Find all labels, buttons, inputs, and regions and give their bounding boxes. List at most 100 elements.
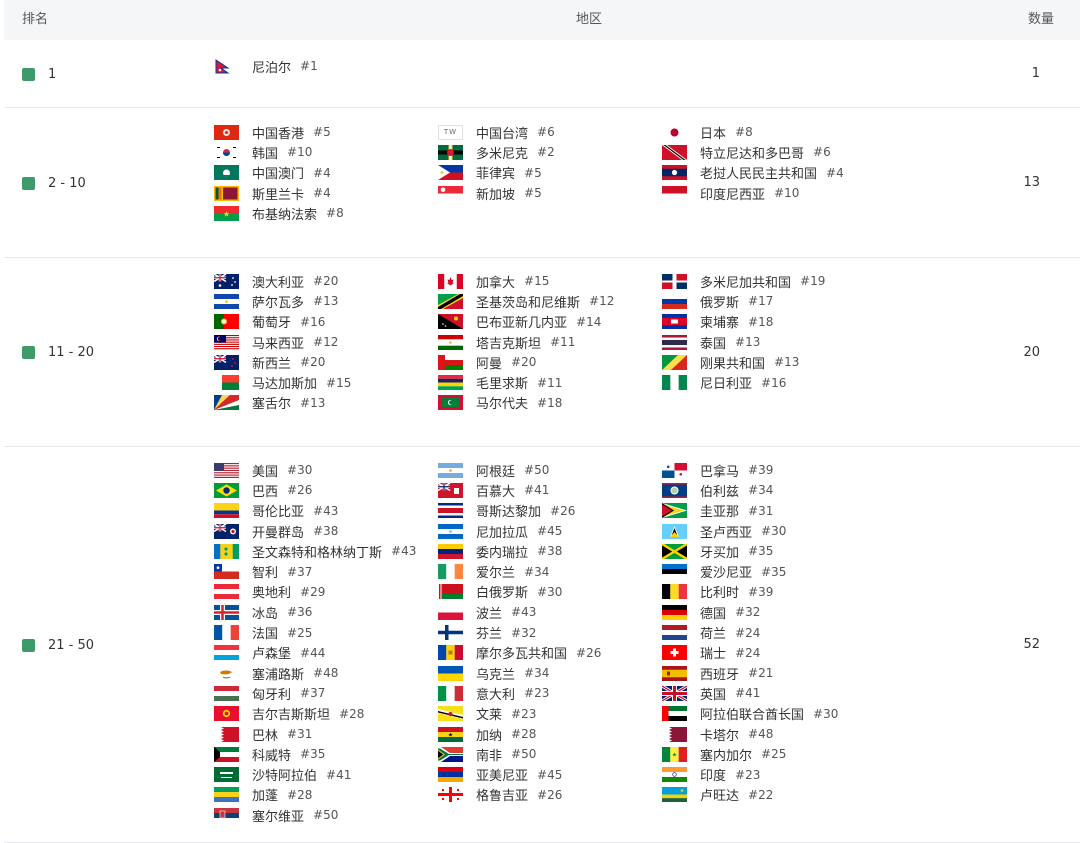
region-item[interactable]: TW 中国台湾 #6 (438, 122, 555, 142)
region-item[interactable]: 开曼群岛 #38 (213, 521, 416, 541)
region-item[interactable]: 阿根廷 #50 (438, 460, 601, 480)
region-item[interactable]: 刚果共和国 #13 (662, 352, 825, 372)
region-item[interactable]: 芬兰 #32 (438, 622, 601, 642)
region-item[interactable]: 多米尼加共和国 #19 (662, 271, 825, 291)
region-rank-number: #25 (287, 625, 313, 640)
region-rank-number: #32 (735, 605, 761, 620)
region-item[interactable]: 葡萄牙 #16 (214, 312, 351, 332)
region-item[interactable]: 西班牙 #21 (662, 663, 838, 683)
region-item[interactable]: 文莱 #23 (438, 704, 601, 724)
region-item[interactable]: 意大利 #23 (438, 683, 601, 703)
region-item[interactable]: 百慕大 #41 (437, 480, 601, 500)
region-rank-number: #13 (774, 355, 800, 370)
region-item[interactable]: 英国 #41 (661, 683, 838, 703)
region-item[interactable]: 澳大利亚 #20 (213, 271, 351, 291)
qa-flag-icon (662, 726, 687, 742)
region-item[interactable]: 印度尼西亚 #10 (662, 183, 844, 203)
region-item[interactable]: 卡塔尔 #48 (662, 724, 838, 744)
region-item[interactable]: 中国澳门 #4 (214, 163, 344, 183)
region-item[interactable]: 塞浦路斯 #48 (214, 663, 416, 683)
bm-flag-icon (437, 482, 463, 498)
region-item[interactable]: 智利 #37 (214, 561, 416, 581)
region-item[interactable]: 马达加斯加 #15 (214, 372, 351, 392)
rank-label: 1 (48, 66, 57, 82)
region-item[interactable]: 冰岛 #36 (214, 602, 416, 622)
region-item[interactable]: 乌克兰 #34 (438, 663, 601, 683)
region-item[interactable]: 格鲁吉亚 #26 (438, 785, 601, 805)
region-item[interactable]: 阿曼 #20 (438, 352, 614, 372)
region-rank-number: #26 (576, 645, 602, 660)
bz-flag-icon (662, 482, 687, 498)
region-name: 西班牙 (700, 667, 740, 683)
region-item[interactable]: 巴林 #31 (214, 724, 416, 744)
region-item[interactable]: 印度 #23 (662, 764, 838, 784)
region-item[interactable]: 巴拿马 #39 (662, 460, 838, 480)
region-item[interactable]: 萨尔瓦多 #13 (214, 291, 351, 311)
region-item[interactable]: 新西兰 #20 (213, 352, 351, 372)
region-item[interactable]: 菲律宾 #5 (438, 163, 555, 183)
region-item[interactable]: 圣卢西亚 #30 (662, 521, 838, 541)
region-item[interactable]: 美国 #30 (214, 460, 416, 480)
region-item[interactable]: 瑞士 #24 (662, 643, 838, 663)
region-item[interactable]: 尼加拉瓜 #45 (438, 521, 601, 541)
region-item[interactable]: 布基纳法索 #8 (214, 203, 344, 223)
region-item[interactable]: 亚美尼亚 #45 (438, 764, 601, 784)
region-item[interactable]: 日本 #8 (662, 122, 844, 142)
pl-flag-icon (438, 604, 463, 620)
region-item[interactable]: 哥斯达黎加 #26 (438, 501, 601, 521)
region-item[interactable]: 匈牙利 #37 (214, 683, 416, 703)
region-item[interactable]: 摩尔多瓦共和国 #26 (438, 643, 601, 663)
region-item[interactable]: 巴布亚新几内亚 #14 (438, 312, 614, 332)
region-item[interactable]: 塞舌尔 #13 (214, 393, 351, 413)
region-rank-number: #25 (761, 747, 787, 762)
region-item[interactable]: 中国香港 #5 (214, 122, 344, 142)
region-item[interactable]: 卢森堡 #44 (214, 643, 416, 663)
region-item[interactable]: 塞内加尔 #25 (662, 744, 838, 764)
region-item[interactable]: 圣文森特和格林纳丁斯 #43 (214, 541, 416, 561)
region-item[interactable]: 马来西亚 #12 (214, 332, 351, 352)
region-item[interactable]: 荷兰 #24 (662, 622, 838, 642)
region-item[interactable]: 爱沙尼亚 #35 (662, 561, 838, 581)
region-item[interactable]: 科威特 #35 (214, 744, 416, 764)
region-item[interactable]: 波兰 #43 (438, 602, 601, 622)
region-item[interactable]: 卢旺达 #22 (662, 785, 838, 805)
region-item[interactable]: 白俄罗斯 #30 (438, 582, 601, 602)
region-item[interactable]: 特立尼达和多巴哥 #6 (662, 142, 844, 162)
table-row: 21 - 50 美国 #30 巴西 #26 哥伦比亚 #43 开曼群岛 #38 圣文森特和格林纳丁… (4, 447, 1080, 843)
region-item[interactable]: 牙买加 #35 (661, 541, 838, 561)
region-item[interactable]: 新加坡 #5 (438, 183, 555, 203)
region-item[interactable]: 老挝人民民主共和国 #4 (662, 163, 844, 183)
region-item[interactable]: 柬埔寨 #18 (662, 312, 825, 332)
region-item[interactable]: 韩国 #10 (214, 142, 344, 162)
region-item[interactable]: 沙特阿拉伯 #41 (214, 764, 416, 784)
region-item[interactable]: 加蓬 #28 (214, 785, 416, 805)
region-item[interactable]: 委内瑞拉 #38 (438, 541, 601, 561)
region-item[interactable]: 圭亚那 #31 (662, 501, 838, 521)
region-item[interactable]: 吉尔吉斯斯坦 #28 (214, 704, 416, 724)
region-item[interactable]: 南非 #50 (438, 744, 601, 764)
region-item[interactable]: 巴西 #26 (214, 480, 416, 500)
region-item[interactable]: 毛里求斯 #11 (438, 372, 614, 392)
region-item[interactable]: 俄罗斯 #17 (662, 291, 825, 311)
region-item[interactable]: 马尔代夫 #18 (438, 393, 614, 413)
region-item[interactable]: 斯里兰卡 #4 (214, 183, 344, 203)
region-item[interactable]: 德国 #32 (662, 602, 838, 622)
region-item[interactable]: 尼泊尔 #1 (214, 56, 318, 76)
region-item[interactable]: 泰国 #13 (662, 332, 825, 352)
region-item[interactable]: 塔吉克斯坦 #11 (438, 332, 614, 352)
region-item[interactable]: 比利时 #39 (662, 582, 838, 602)
la-flag-icon (662, 165, 687, 181)
region-item[interactable]: 多米尼克 #2 (438, 142, 555, 162)
region-item[interactable]: 加纳 #28 (438, 724, 601, 744)
region-item[interactable]: 爱尔兰 #34 (438, 561, 601, 581)
region-item[interactable]: 法国 #25 (214, 622, 416, 642)
region-item[interactable]: 尼日利亚 #16 (662, 372, 825, 392)
region-item[interactable]: 塞尔维亚 #50 (214, 805, 416, 825)
region-item[interactable]: 哥伦比亚 #43 (214, 501, 416, 521)
region-item[interactable]: 加拿大 #15 (438, 271, 614, 291)
region-item[interactable]: 奥地利 #29 (214, 582, 416, 602)
region-item[interactable]: 阿拉伯联合酋长国 #30 (662, 704, 838, 724)
ua-flag-icon (438, 665, 463, 681)
region-item[interactable]: 伯利兹 #34 (662, 480, 838, 500)
region-item[interactable]: 圣基茨岛和尼维斯 #12 (438, 291, 614, 311)
